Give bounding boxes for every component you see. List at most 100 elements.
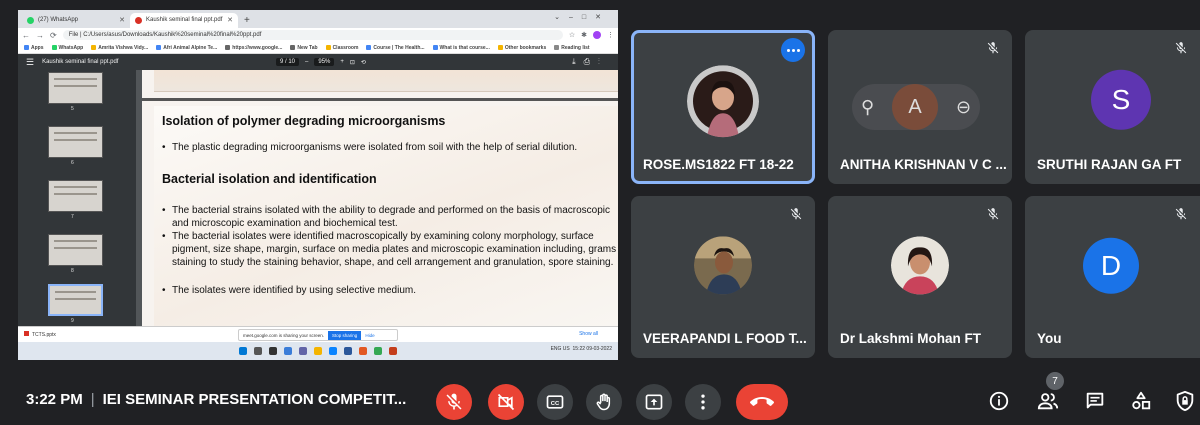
pin-icon[interactable]: ⚲ [861,97,874,118]
camera-toggle-button[interactable] [488,384,524,420]
extensions-icon[interactable]: ✱ [581,31,587,39]
task-view-icon[interactable] [269,347,277,355]
participant-name: ANITHA KRISHNAN V C ... [840,157,1007,172]
bookmark-item[interactable]: What is that course... [432,45,490,51]
more-options-button[interactable] [781,38,805,62]
edge-icon[interactable] [329,347,337,355]
bookmark-item[interactable]: https://www.google... [225,45,282,51]
download-bar: TCTS.pptx meet.google.com is sharing you… [18,326,618,342]
page-indicator[interactable]: 9 / 10 [276,58,300,66]
back-icon[interactable]: ← [22,31,30,40]
bookmark-item[interactable]: Reading list [554,45,590,51]
leave-call-button[interactable] [736,384,788,420]
bookmark-item[interactable]: Afri Animal Alpine Te... [156,45,217,51]
mic-toggle-button[interactable] [436,384,472,420]
page-thumbnail[interactable] [48,234,103,266]
pdf-actions[interactable]: ⤓⎙⋮ [572,57,608,67]
participant-photo [891,236,949,295]
url-input[interactable]: File | C:/Users/asus/Downloads/Kaushik%2… [62,30,563,40]
remove-icon[interactable]: ⊖ [956,97,971,118]
meeting-details-button[interactable] [986,388,1012,414]
menu-icon[interactable]: ☰ [26,57,34,68]
download-file[interactable]: TCTS.pptx [24,331,56,338]
browser-tab-pdf[interactable]: Kaushik seminal final ppt.pdf ✕ [130,13,238,28]
pdf-toolbar: ☰ Kaushik seminal final ppt.pdf 9 / 10 –… [18,54,618,70]
thumbnail-number: 7 [71,214,74,220]
show-all-link[interactable]: Show all [579,331,598,337]
browser-tab-bar: (27) WhatsApp ✕ Kaushik seminal final pp… [18,10,618,28]
present-now-button[interactable] [636,384,672,420]
chat-button[interactable] [1082,388,1108,414]
participant-tile[interactable]: VEERAPANDI L FOOD T... [631,196,815,358]
previous-slide-bottom [154,70,618,92]
participant-tile[interactable]: S SRUTHI RAJAN GA FT [1025,30,1200,184]
bookmark-item[interactable]: Classroom [325,45,358,51]
app-icon[interactable] [359,347,367,355]
participant-avatar: A [892,84,939,130]
host-controls-button[interactable] [1172,388,1198,414]
screen-share-banner: meet.google.com is sharing your screen. … [238,329,398,341]
pdf-icon [135,17,142,24]
bookmark-item[interactable]: Other bookmarks [497,45,546,51]
windows-taskbar: ENG US 15:22 09-03-2022 [18,342,618,360]
participant-tile[interactable]: ROSE.MS1822 FT 18-22 [631,30,815,184]
rotate-icon[interactable]: ⟲ [361,59,366,66]
fit-page-icon[interactable]: ⊡ [350,59,355,66]
more-options-button[interactable] [685,384,721,420]
close-icon[interactable]: ✕ [227,16,233,24]
participant-tile[interactable]: ⚲ A ⊖ ANITHA KRISHNAN V C ... [828,30,1012,184]
star-icon[interactable]: ☆ [569,31,575,39]
slide-bullet: The plastic degrading microorganisms wer… [162,141,617,154]
page-divider [142,98,618,101]
page-thumbnail[interactable] [48,72,103,104]
raise-hand-icon [596,393,611,411]
bookmark-item[interactable]: Course | The Health... [366,45,425,51]
bookmark-item[interactable]: New Tab [290,45,318,51]
powerpoint-icon[interactable] [389,347,397,355]
page-thumbnail[interactable] [48,180,103,212]
captions-button[interactable]: CC [537,384,573,420]
store-icon[interactable] [344,347,352,355]
end-call-icon [750,397,774,406]
activities-icon [1132,391,1151,410]
mic-off-icon [790,208,802,220]
stop-sharing-button[interactable]: Stop sharing [328,330,362,340]
participant-name: Dr Lakshmi Mohan FT [840,331,982,346]
zoom-in-icon[interactable]: + [340,59,344,65]
reload-icon[interactable]: ⟳ [50,31,57,40]
people-button[interactable] [1035,388,1061,414]
kebab-menu-icon[interactable]: ⋮ [607,31,614,39]
new-tab-icon[interactable]: + [238,15,256,28]
browser-tab-whatsapp[interactable]: (27) WhatsApp ✕ [22,13,130,28]
bookmark-item[interactable]: WhatsApp [51,45,83,51]
forward-icon[interactable]: → [36,31,44,40]
zoom-out-icon[interactable]: – [305,59,308,65]
page-thumbnail[interactable] [48,126,103,158]
address-bar: ← → ⟳ File | C:/Users/asus/Downloads/Kau… [18,28,618,42]
participant-tile[interactable]: Dr Lakshmi Mohan FT [828,196,1012,358]
thumbnail-sidebar: 5 6 7 8 9 [18,70,136,326]
bookmark-item[interactable]: Amrita Vishwa Vidy... [91,45,148,51]
participant-tile-self[interactable]: D You [1025,196,1200,358]
window-controls[interactable]: ⌄–□✕ [554,13,610,21]
mic-off-icon [987,208,999,220]
raise-hand-button[interactable] [586,384,622,420]
info-icon [989,391,1009,411]
bookmark-item[interactable]: Apps [24,45,44,51]
explorer-icon[interactable] [314,347,322,355]
teams-icon[interactable] [299,347,307,355]
zoom-level[interactable]: 95% [314,58,335,66]
widgets-icon[interactable] [284,347,292,355]
chrome-icon[interactable] [374,347,382,355]
page-thumbnail-selected[interactable] [48,284,103,316]
hide-button[interactable]: Hide [365,333,374,338]
search-icon[interactable] [254,347,262,355]
close-icon[interactable]: ✕ [119,16,125,24]
meeting-info: 3:22 PM | IEI SEMINAR PRESENTATION COMPETI… [26,391,407,408]
start-icon[interactable] [239,347,247,355]
thumbnail-number: 5 [71,106,74,112]
profile-avatar[interactable] [593,31,601,39]
svg-text:CC: CC [551,401,560,407]
activities-button[interactable] [1128,388,1154,414]
tab-label: Kaushik seminal final ppt.pdf [146,17,223,23]
